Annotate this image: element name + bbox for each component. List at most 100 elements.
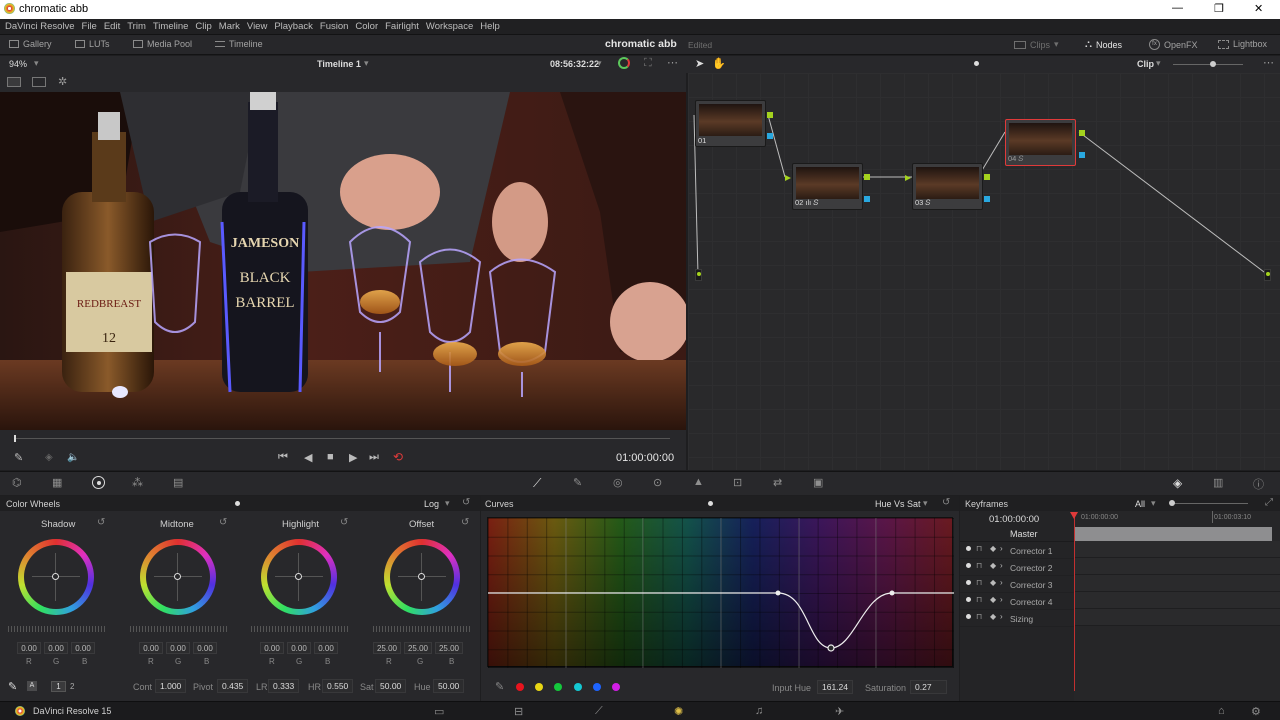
node-02[interactable]: 02 ılı 𝑆: [792, 163, 863, 210]
node-output-rgb[interactable]: [864, 174, 870, 180]
zoom-select[interactable]: 94%: [9, 59, 27, 69]
value-b[interactable]: 25.00: [435, 642, 463, 654]
zoom-slider-track[interactable]: [1172, 503, 1248, 504]
lr-field[interactable]: 0.333: [268, 679, 300, 693]
value-r[interactable]: 0.00: [260, 642, 284, 654]
timeline-button[interactable]: Timeline: [215, 39, 263, 49]
reset-icon[interactable]: ↺: [97, 517, 105, 528]
chevron-down-icon[interactable]: ▾: [34, 58, 39, 69]
value-b[interactable]: 0.00: [314, 642, 338, 654]
close-button[interactable]: ✕: [1254, 2, 1263, 15]
chevron-down-icon[interactable]: ▾: [597, 58, 602, 69]
lock-icon[interactable]: ⊓: [976, 544, 982, 553]
wheels-mode-select[interactable]: Log: [424, 499, 439, 509]
reset-icon[interactable]: ↺: [942, 497, 950, 508]
edit-page-icon[interactable]: ⊟: [514, 705, 523, 718]
nodes-button[interactable]: ⛬ Nodes: [1085, 39, 1122, 50]
keyframe-diamond-icon[interactable]: ◆: [990, 612, 996, 621]
cont-field[interactable]: 1.000: [155, 679, 187, 693]
lock-icon[interactable]: ⊓: [976, 595, 982, 604]
green-swatch[interactable]: [554, 683, 562, 691]
node-input-rgb[interactable]: [785, 175, 791, 181]
menu-mark[interactable]: Mark: [219, 21, 240, 32]
chevron-right-icon[interactable]: ›: [1000, 578, 1003, 587]
zoom-slider-handle[interactable]: [1210, 61, 1216, 67]
node-output-key[interactable]: [1079, 152, 1085, 158]
luts-button[interactable]: LUTs: [75, 39, 110, 49]
pivot-field[interactable]: 0.435: [217, 679, 249, 693]
menu-fusion[interactable]: Fusion: [320, 21, 349, 32]
layers-icon[interactable]: ◈: [45, 452, 53, 463]
hr-field[interactable]: 0.550: [322, 679, 354, 693]
master-wheel-slider[interactable]: [130, 626, 228, 632]
master-wheel-slider[interactable]: [8, 626, 106, 632]
yellow-swatch[interactable]: [535, 683, 543, 691]
reset-icon[interactable]: ↺: [219, 517, 227, 528]
node-output-rgb[interactable]: [767, 112, 773, 118]
openfx-button[interactable]: fx OpenFX: [1149, 39, 1198, 50]
curve-point[interactable]: [775, 590, 781, 596]
expand-icon[interactable]: ⤢: [1265, 497, 1273, 508]
wheel-handle[interactable]: [174, 573, 181, 580]
color-wheel[interactable]: [140, 539, 216, 615]
track-master[interactable]: Master: [960, 525, 1074, 542]
play-reverse-icon[interactable]: ◀: [304, 451, 312, 464]
pointer-tool-icon[interactable]: ➤: [695, 57, 704, 70]
3d-icon[interactable]: ▣: [813, 476, 823, 489]
more-options-icon[interactable]: ⋯: [667, 56, 678, 69]
fusion-page-icon[interactable]: ⟋: [595, 705, 603, 718]
chevron-right-icon[interactable]: ›: [1000, 544, 1003, 553]
lock-icon[interactable]: ⊓: [976, 612, 982, 621]
lightbox-button[interactable]: Lightbox: [1218, 39, 1267, 49]
highlight-mode-icon[interactable]: [618, 57, 630, 69]
zoom-slider-track[interactable]: [1173, 64, 1243, 65]
menu-playback[interactable]: Playback: [274, 21, 313, 32]
track-sizing[interactable]: ⊓ ◆ › Sizing: [960, 610, 1074, 627]
eyedropper-icon[interactable]: ✎: [14, 451, 23, 464]
curves-graph[interactable]: [487, 517, 954, 668]
node-editor-canvas[interactable]: 01 02 ılı 𝑆 03 𝑆 04 𝑆: [688, 73, 1280, 470]
node-input-rgb[interactable]: [905, 175, 911, 181]
timeline-name-select[interactable]: Timeline 1: [317, 59, 361, 69]
chevron-right-icon[interactable]: ›: [1000, 612, 1003, 621]
master-wheel-slider[interactable]: [251, 626, 349, 632]
menu-color[interactable]: Color: [355, 21, 378, 32]
menu-file[interactable]: File: [82, 21, 97, 32]
value-b[interactable]: 0.00: [71, 642, 95, 654]
go-to-start-icon[interactable]: ⏮: [278, 451, 288, 464]
track-corrector-3[interactable]: ⊓ ◆ › Corrector 3: [960, 576, 1074, 593]
node-output-key[interactable]: [984, 196, 990, 202]
menu-edit[interactable]: Edit: [104, 21, 120, 32]
keyframe-diamond-icon[interactable]: ◆: [990, 595, 996, 604]
home-icon[interactable]: ⌂: [1218, 705, 1225, 717]
value-g[interactable]: 0.00: [44, 642, 68, 654]
keyframe-diamond-icon[interactable]: ◆: [990, 578, 996, 587]
clips-button[interactable]: Clips ▾: [1014, 39, 1059, 50]
enabled-dot-icon[interactable]: [966, 614, 971, 619]
tracker-icon[interactable]: ⊙: [653, 476, 662, 489]
playhead[interactable]: [14, 435, 16, 442]
auto-balance-icon[interactable]: ✎: [8, 680, 17, 693]
node-mode-select[interactable]: Clip: [1137, 59, 1154, 69]
page-1-button[interactable]: 1: [51, 681, 66, 692]
image-wipe-icon[interactable]: [7, 77, 21, 87]
hand-tool-icon[interactable]: ✋: [712, 57, 726, 70]
keyframe-diamond-icon[interactable]: ◆: [990, 544, 996, 553]
node-output-key[interactable]: [864, 196, 870, 202]
rgb-mixer-icon[interactable]: ⁂: [132, 476, 143, 489]
highlight-icon[interactable]: ✲: [58, 75, 67, 88]
menu-trim[interactable]: Trim: [127, 21, 146, 32]
auto-icon[interactable]: A: [27, 681, 37, 691]
lock-icon[interactable]: ⊓: [976, 578, 982, 587]
menu-davinci-resolve[interactable]: DaVinci Resolve: [5, 21, 75, 32]
saturation-field[interactable]: 0.27: [910, 680, 947, 694]
maximize-button[interactable]: ❐: [1214, 2, 1224, 15]
node-output-rgb[interactable]: [984, 174, 990, 180]
wheel-handle[interactable]: [418, 573, 425, 580]
color-wheel[interactable]: [261, 539, 337, 615]
wheel-handle[interactable]: [295, 573, 302, 580]
zoom-slider-handle[interactable]: [1169, 500, 1175, 506]
playhead-marker-icon[interactable]: [1070, 512, 1078, 519]
node-output-rgb[interactable]: [1079, 130, 1085, 136]
color-wheel[interactable]: [18, 539, 94, 615]
